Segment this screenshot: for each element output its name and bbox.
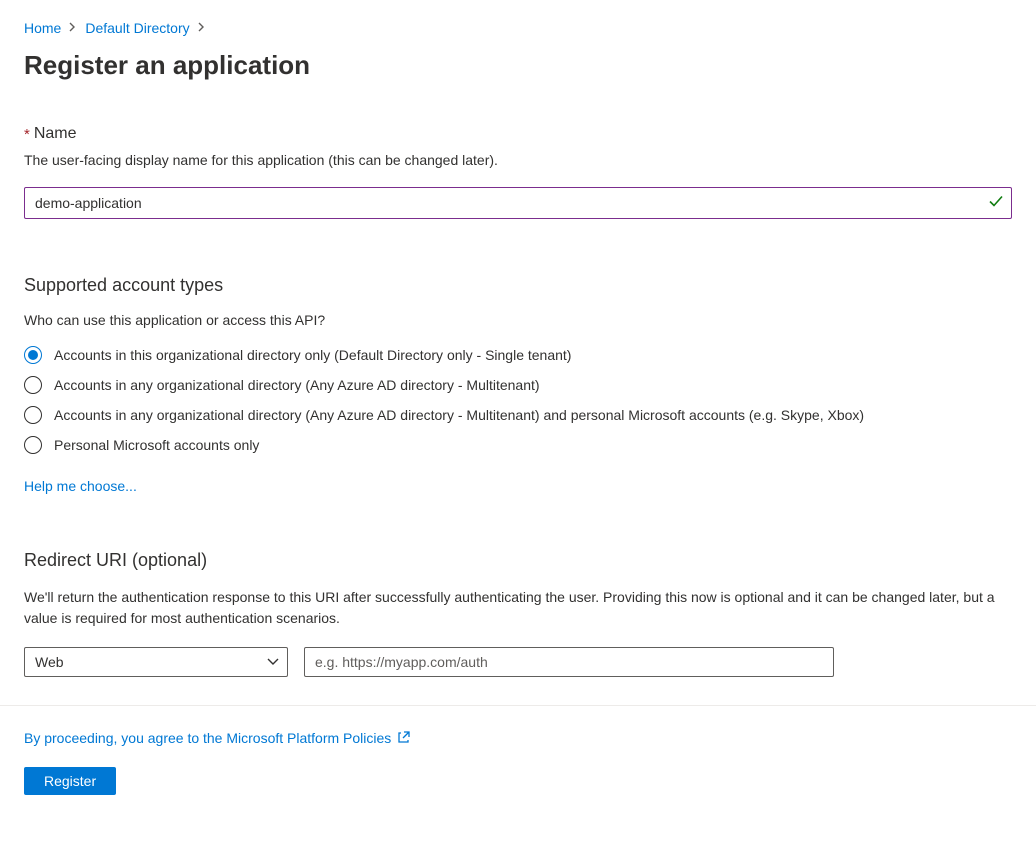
- breadcrumb-directory[interactable]: Default Directory: [85, 20, 189, 36]
- register-button[interactable]: Register: [24, 767, 116, 795]
- page-title: Register an application: [24, 50, 1012, 81]
- redirect-uri-input[interactable]: [304, 647, 834, 677]
- platform-select[interactable]: Web: [24, 647, 288, 677]
- radio-icon: [24, 376, 42, 394]
- radio-icon: [24, 346, 42, 364]
- breadcrumb: Home Default Directory: [24, 20, 1012, 36]
- account-types-question: Who can use this application or access t…: [24, 312, 1012, 328]
- redirect-heading: Redirect URI (optional): [24, 550, 1012, 571]
- name-help-text: The user-facing display name for this ap…: [24, 151, 1012, 171]
- breadcrumb-home[interactable]: Home: [24, 20, 61, 36]
- name-input[interactable]: [24, 187, 1012, 219]
- divider: [0, 705, 1036, 706]
- name-label-text: Name: [34, 125, 77, 143]
- external-link-icon: [397, 730, 411, 747]
- radio-icon: [24, 436, 42, 454]
- chevron-right-icon: [198, 21, 206, 35]
- radio-label: Accounts in any organizational directory…: [54, 407, 864, 423]
- name-label: * Name: [24, 125, 1012, 143]
- chevron-right-icon: [69, 21, 77, 35]
- radio-label: Accounts in this organizational director…: [54, 347, 571, 363]
- platform-policies-link[interactable]: By proceeding, you agree to the Microsof…: [24, 730, 391, 746]
- radio-label: Accounts in any organizational directory…: [54, 377, 540, 393]
- radio-option-multitenant[interactable]: Accounts in any organizational directory…: [24, 376, 1012, 394]
- radio-option-personal-only[interactable]: Personal Microsoft accounts only: [24, 436, 1012, 454]
- account-types-radio-group: Accounts in this organizational director…: [24, 346, 1012, 454]
- radio-icon: [24, 406, 42, 424]
- redirect-description: We'll return the authentication response…: [24, 587, 1012, 629]
- account-types-heading: Supported account types: [24, 275, 1012, 296]
- platform-select-value: Web: [35, 654, 64, 670]
- checkmark-icon: [988, 193, 1004, 212]
- radio-label: Personal Microsoft accounts only: [54, 437, 259, 453]
- required-asterisk-icon: *: [24, 126, 30, 143]
- help-me-choose-link[interactable]: Help me choose...: [24, 478, 137, 494]
- radio-option-single-tenant[interactable]: Accounts in this organizational director…: [24, 346, 1012, 364]
- radio-option-multitenant-personal[interactable]: Accounts in any organizational directory…: [24, 406, 1012, 424]
